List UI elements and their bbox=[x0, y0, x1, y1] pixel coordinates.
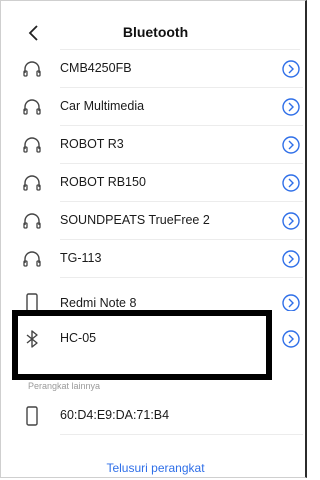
device-info-icon[interactable] bbox=[281, 249, 301, 269]
device-info-icon[interactable] bbox=[281, 211, 301, 231]
device-info-icon[interactable] bbox=[281, 293, 301, 311]
row-divider bbox=[60, 434, 303, 435]
device-row-robot-rb150[interactable]: ROBOT RB150 bbox=[0, 164, 311, 202]
device-row-car-multimedia[interactable]: Car Multimedia bbox=[0, 88, 311, 126]
section-header-other-devices: Perangkat lainnya bbox=[28, 381, 101, 391]
headphones-icon bbox=[23, 61, 41, 77]
device-name: 60:D4:E9:DA:71:B4 bbox=[60, 408, 170, 422]
device-row-robot-r3[interactable]: ROBOT R3 bbox=[0, 126, 311, 164]
device-info-icon[interactable] bbox=[281, 97, 301, 117]
device-name: SOUNDPEATS TrueFree 2 bbox=[60, 213, 210, 227]
device-name: TG-113 bbox=[60, 251, 102, 265]
device-row-tg-113[interactable]: TG-113 bbox=[0, 240, 311, 278]
device-row-cmb4250fb[interactable]: CMB4250FB bbox=[0, 50, 311, 88]
headphones-icon bbox=[23, 175, 41, 191]
row-divider bbox=[60, 277, 303, 278]
device-info-icon[interactable] bbox=[281, 59, 301, 79]
highlight-box bbox=[12, 310, 272, 380]
device-info-icon[interactable] bbox=[281, 135, 301, 155]
device-info-icon[interactable] bbox=[281, 329, 301, 349]
headphones-icon bbox=[23, 137, 41, 153]
device-name: ROBOT RB150 bbox=[60, 175, 146, 189]
device-name: Car Multimedia bbox=[60, 99, 145, 113]
device-row-60d4e9da71b4[interactable]: 60:D4:E9:DA:71:B4 bbox=[0, 397, 311, 435]
device-name: ROBOT R3 bbox=[60, 137, 124, 151]
device-row-redmi-note-8[interactable]: Redmi Note 8 bbox=[0, 289, 311, 311]
headphones-icon bbox=[23, 251, 41, 267]
headphones-icon bbox=[23, 213, 41, 229]
device-name: CMB4250FB bbox=[60, 61, 132, 75]
page-title: Bluetooth bbox=[122, 24, 189, 40]
device-name: Redmi Note 8 bbox=[60, 296, 137, 310]
phone-icon bbox=[26, 406, 38, 426]
device-row-soundpeats[interactable]: SOUNDPEATS TrueFree 2 bbox=[0, 202, 311, 240]
device-info-icon[interactable] bbox=[281, 173, 301, 193]
headphones-icon bbox=[23, 99, 41, 115]
search-devices-button[interactable]: Telusuri perangkat bbox=[0, 461, 311, 475]
phone-icon bbox=[26, 293, 38, 311]
